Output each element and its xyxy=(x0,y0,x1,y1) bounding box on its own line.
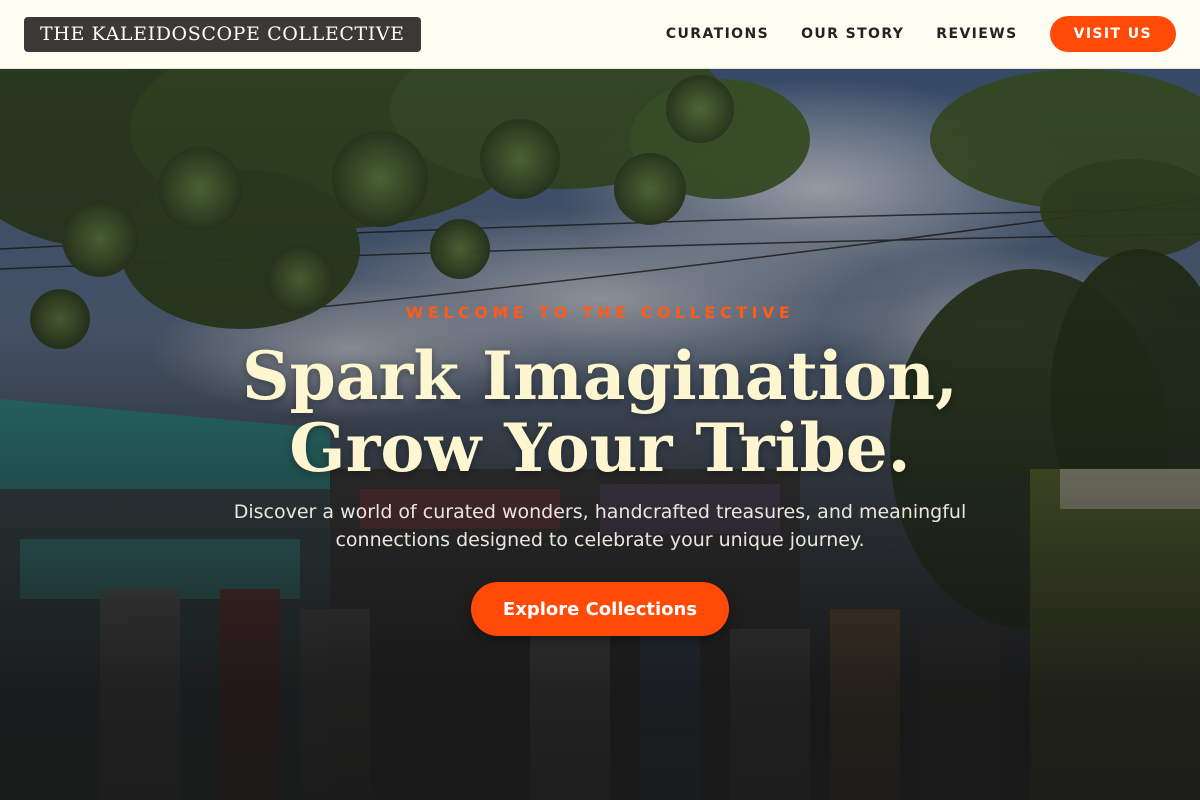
nav-link-reviews[interactable]: REVIEWS xyxy=(936,26,1017,42)
visit-us-button[interactable]: VISIT US xyxy=(1049,16,1176,52)
site-header: THE KALEIDOSCOPE COLLECTIVE CURATIONS OU… xyxy=(0,0,1200,69)
hero-headline: Spark Imagination, Grow Your Tribe. xyxy=(242,340,958,484)
main-nav: CURATIONS OUR STORY REVIEWS VISIT US xyxy=(666,16,1176,52)
brand-logo[interactable]: THE KALEIDOSCOPE COLLECTIVE xyxy=(24,16,421,52)
hero-headline-line-2: Grow Your Tribe. xyxy=(289,409,911,487)
explore-collections-button[interactable]: Explore Collections xyxy=(471,582,729,636)
hero-section: WELCOME TO THE COLLECTIVE Spark Imaginat… xyxy=(0,69,1200,800)
hero-headline-line-1: Spark Imagination, xyxy=(241,337,959,415)
hero-subtext: Discover a world of curated wonders, han… xyxy=(233,501,967,551)
hero-eyebrow: WELCOME TO THE COLLECTIVE xyxy=(405,303,795,322)
hero-content: WELCOME TO THE COLLECTIVE Spark Imaginat… xyxy=(0,69,1200,800)
nav-link-curations[interactable]: CURATIONS xyxy=(666,26,769,42)
nav-link-our-story[interactable]: OUR STORY xyxy=(801,26,904,42)
